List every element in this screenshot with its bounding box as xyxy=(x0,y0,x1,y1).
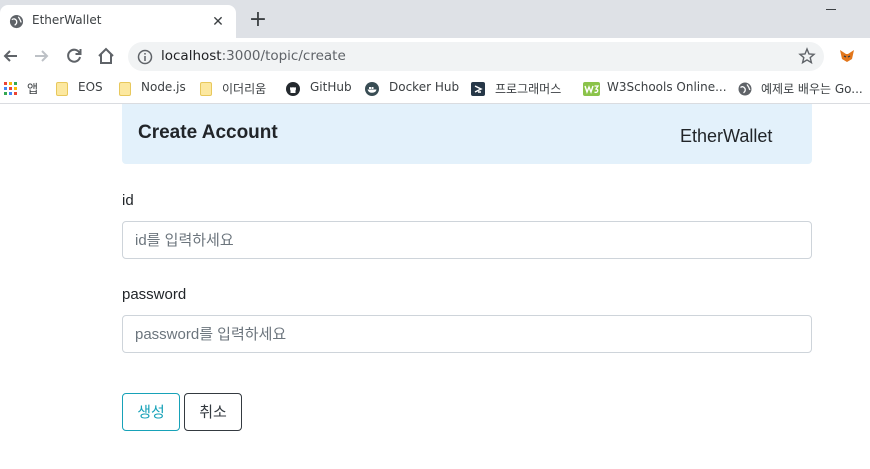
reload-icon[interactable] xyxy=(63,45,85,67)
github-icon xyxy=(286,82,300,96)
address-bar[interactable]: localhost:3000/topic/create xyxy=(128,42,824,71)
bookmark-label: GitHub xyxy=(310,80,352,94)
page-title: Create Account xyxy=(138,122,278,143)
bookmark-w3schools[interactable]: W3Schools Online... xyxy=(583,79,727,99)
tab-etherwallet[interactable]: EtherWallet ✕ xyxy=(0,5,236,38)
docker-icon xyxy=(365,82,379,96)
bookmark-apps[interactable]: 앱 xyxy=(4,79,44,99)
minimize-icon[interactable] xyxy=(826,9,836,10)
bookmark-star-icon[interactable] xyxy=(798,47,816,65)
folder-icon xyxy=(56,82,68,96)
bookmark-go-examples[interactable]: 예제로 배우는 Go... xyxy=(738,79,870,99)
folder-icon xyxy=(119,82,131,96)
tab-strip: EtherWallet ✕ + xyxy=(0,0,870,38)
browser-toolbar: localhost:3000/topic/create xyxy=(0,38,870,74)
card-header: Create Account EtherWallet xyxy=(122,104,812,164)
bookmark-programmers[interactable]: 프로그래머스 xyxy=(471,79,571,99)
info-icon[interactable] xyxy=(137,49,153,65)
create-button[interactable]: 생성 xyxy=(122,393,180,431)
bookmark-label: EOS xyxy=(78,80,103,94)
globe-icon xyxy=(9,14,24,29)
bookmark-label: 앱 xyxy=(27,82,39,96)
forward-arrow-icon[interactable] xyxy=(30,45,52,67)
brand-name[interactable]: EtherWallet xyxy=(680,126,772,147)
bookmark-label: 이더리움 xyxy=(222,82,267,96)
url-text: localhost:3000/topic/create xyxy=(161,48,346,64)
home-icon[interactable] xyxy=(95,45,117,67)
bookmark-ethereum[interactable]: 이더리움 xyxy=(200,79,274,99)
cancel-button[interactable]: 취소 xyxy=(184,393,242,431)
bookmark-label: Node.js xyxy=(141,80,186,94)
w3schools-icon xyxy=(583,82,600,96)
bookmark-label: W3Schools Online... xyxy=(607,80,727,94)
bookmarks-bar: 앱 EOS Node.js 이더리움 GitHub Docker Hub 프로그… xyxy=(0,74,870,104)
bookmark-label: 프로그래머스 xyxy=(495,82,562,96)
bookmark-label: Docker Hub xyxy=(389,80,460,94)
globe-icon xyxy=(738,82,752,96)
close-icon[interactable]: ✕ xyxy=(208,12,228,32)
id-input[interactable] xyxy=(122,221,812,259)
bookmark-nodejs[interactable]: Node.js xyxy=(119,79,186,99)
bookmark-label: 예제로 배우는 Go... xyxy=(761,82,863,96)
password-label: password xyxy=(122,286,187,303)
url-host: localhost xyxy=(161,48,222,64)
programmers-icon xyxy=(471,82,485,96)
metamask-fox-icon[interactable] xyxy=(838,47,856,65)
tab-title: EtherWallet xyxy=(32,13,102,27)
password-input[interactable] xyxy=(122,315,812,353)
bookmark-dockerhub[interactable]: Docker Hub xyxy=(365,79,460,99)
back-arrow-icon[interactable] xyxy=(0,45,22,67)
bookmark-github[interactable]: GitHub xyxy=(286,79,352,99)
new-tab-button[interactable]: + xyxy=(245,8,271,34)
id-label: id xyxy=(122,192,134,209)
bookmark-eos[interactable]: EOS xyxy=(56,79,106,99)
folder-icon xyxy=(200,82,212,96)
apps-grid-icon xyxy=(4,82,17,95)
url-path: :3000/topic/create xyxy=(221,48,346,64)
